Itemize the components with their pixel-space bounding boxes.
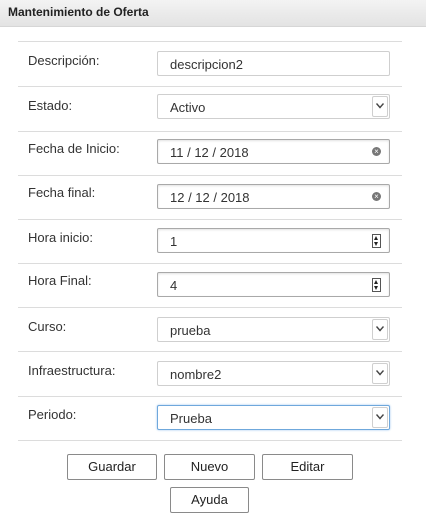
fecha-inicio-input[interactable]: 11 / 12 / 2018 ×: [157, 139, 390, 164]
row-fecha-final: Fecha final: 12 / 12 / 2018 ×: [18, 176, 402, 220]
estado-label: Estado:: [28, 98, 73, 113]
hora-inicio-value: 1: [170, 234, 178, 249]
infraestructura-select[interactable]: nombre2: [157, 361, 390, 386]
descripcion-value: descripcion2: [170, 57, 243, 72]
periodo-select[interactable]: Prueba: [157, 405, 390, 430]
clear-icon[interactable]: ×: [372, 192, 381, 201]
panel-title: Mantenimiento de Oferta: [8, 5, 149, 19]
row-infraestructura: Infraestructura: nombre2: [18, 352, 402, 396]
fecha-inicio-value: 11 / 12 / 2018: [170, 145, 249, 160]
fecha-final-label: Fecha final:: [28, 185, 96, 200]
curso-value: prueba: [170, 323, 211, 338]
periodo-label: Periodo:: [28, 407, 77, 422]
row-hora-final: Hora Final: 4: [18, 264, 402, 308]
curso-label: Curso:: [28, 319, 67, 334]
hora-final-input[interactable]: 4: [157, 272, 390, 297]
infraestructura-label: Infraestructura:: [28, 363, 116, 378]
spinner-arrows-icon[interactable]: [372, 234, 381, 248]
row-descripcion: Descripción: descripcion2: [18, 42, 402, 86]
chevron-down-icon[interactable]: [372, 407, 388, 428]
row-fecha-inicio: Fecha de Inicio: 11 / 12 / 2018 ×: [18, 132, 402, 176]
fecha-final-input[interactable]: 12 / 12 / 2018 ×: [157, 184, 390, 209]
chevron-down-icon[interactable]: [372, 319, 388, 340]
hora-final-value: 4: [170, 278, 178, 293]
hora-final-label: Hora Final:: [28, 273, 92, 288]
separator: [18, 440, 402, 441]
infraestructura-value: nombre2: [170, 367, 222, 382]
estado-value: Activo: [170, 100, 206, 115]
chevron-down-icon[interactable]: [372, 363, 388, 384]
fecha-final-value: 12 / 12 / 2018: [170, 190, 250, 205]
panel-header: Mantenimiento de Oferta: [0, 0, 426, 27]
estado-select[interactable]: Activo: [157, 94, 390, 119]
row-curso: Curso: prueba: [18, 308, 402, 352]
row-hora-inicio: Hora inicio: 1: [18, 220, 402, 264]
descripcion-input[interactable]: descripcion2: [157, 51, 390, 76]
hora-inicio-label: Hora inicio:: [28, 230, 94, 245]
row-estado: Estado: Activo: [18, 87, 402, 131]
hora-inicio-input[interactable]: 1: [157, 228, 390, 253]
spinner-arrows-icon[interactable]: [372, 278, 381, 292]
editar-button[interactable]: Editar: [262, 454, 353, 480]
chevron-down-icon[interactable]: [372, 96, 388, 117]
curso-select[interactable]: prueba: [157, 317, 390, 342]
clear-icon[interactable]: ×: [372, 147, 381, 156]
ayuda-button[interactable]: Ayuda: [170, 487, 249, 513]
row-periodo: Periodo: Prueba: [18, 397, 402, 441]
guardar-button[interactable]: Guardar: [67, 454, 157, 480]
nuevo-button[interactable]: Nuevo: [164, 454, 255, 480]
periodo-value: Prueba: [170, 411, 212, 426]
descripcion-label: Descripción:: [28, 53, 100, 68]
fecha-inicio-label: Fecha de Inicio:: [28, 141, 120, 156]
